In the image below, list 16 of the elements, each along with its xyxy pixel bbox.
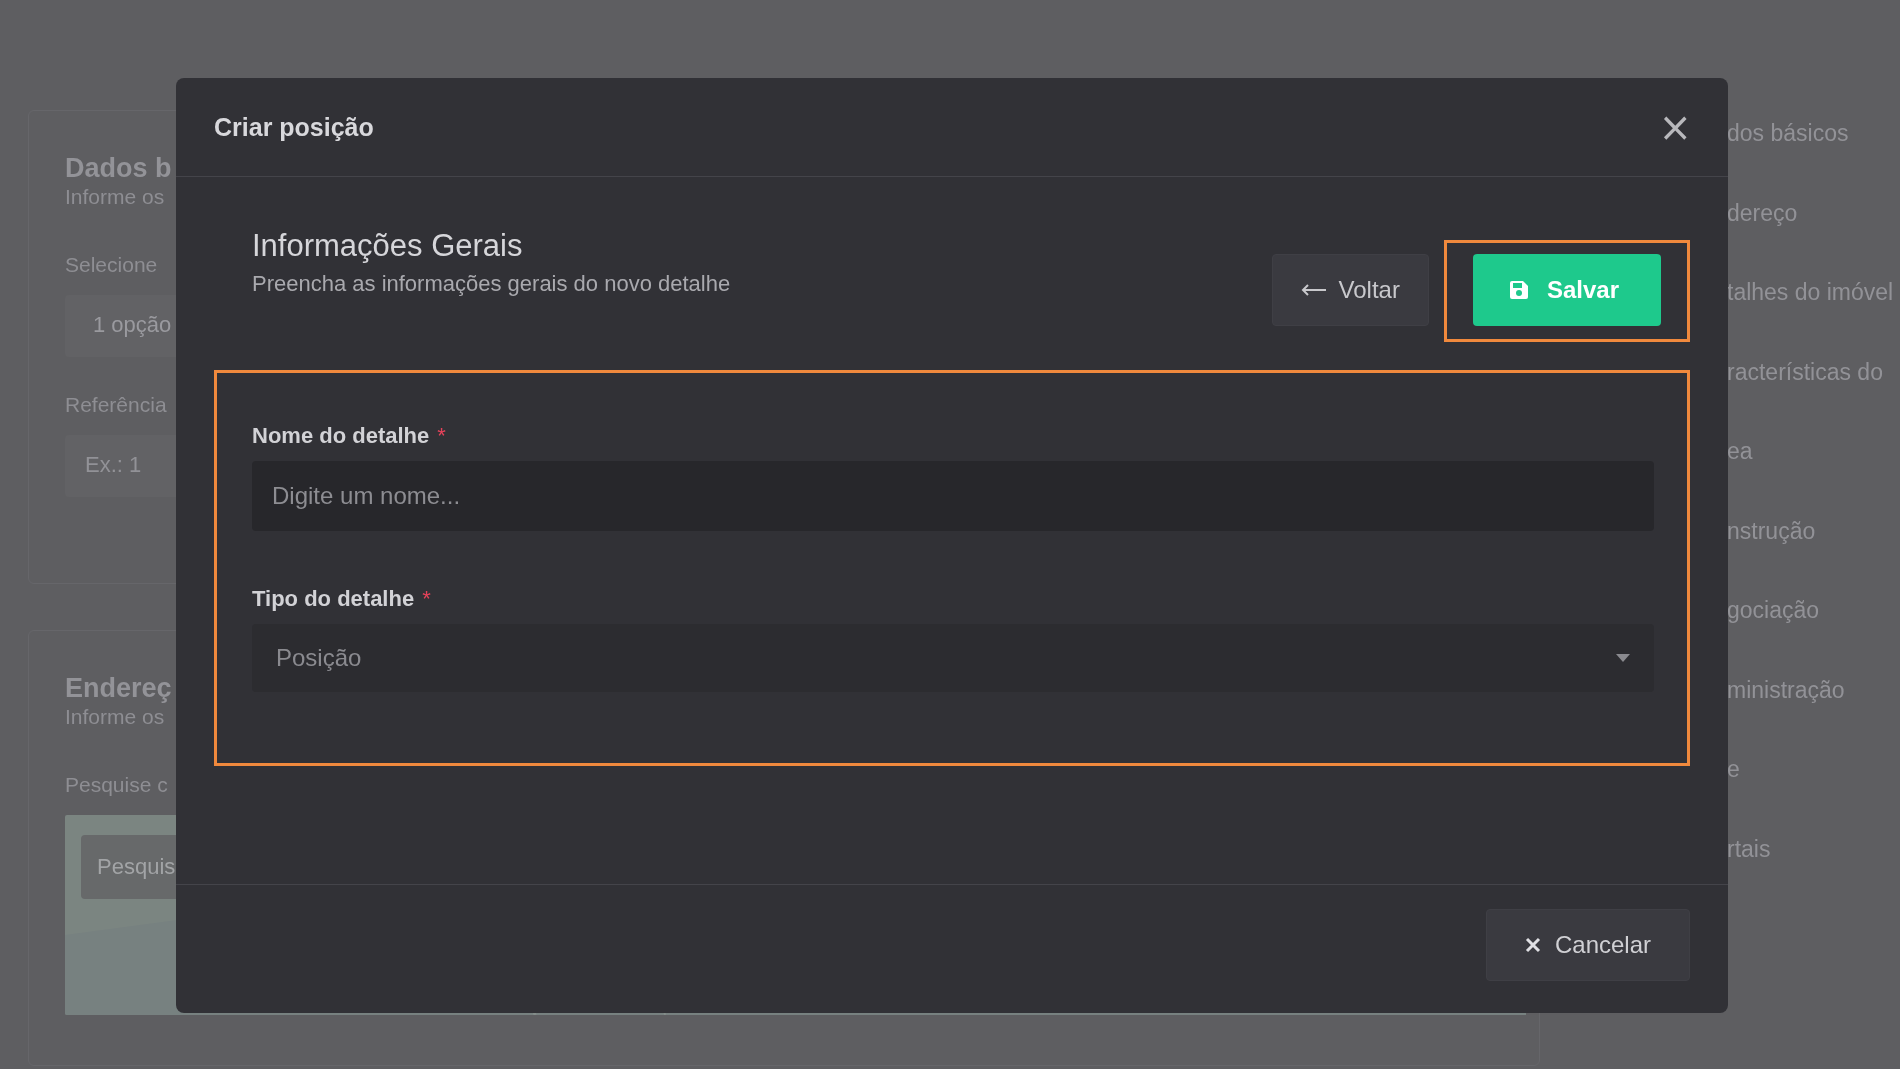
caret-down-icon [1616,654,1630,662]
back-button[interactable]: Voltar [1271,253,1429,326]
section-title: Informações Gerais [252,227,524,265]
cancel-button[interactable]: Cancelar [1485,909,1690,981]
field-label: Tipo do detalhe [252,586,415,612]
close-button[interactable]: × [1658,112,1692,142]
arrow-left-icon [1300,283,1327,296]
field-label: Nome do detalhe [252,423,430,449]
required-mark: * [422,586,431,612]
section-subtitle: Preencha as informações gerais do novo detalhe [252,271,731,297]
required-mark: * [437,423,446,449]
name-input[interactable]: Digite um nome... [252,461,1654,531]
type-select[interactable]: Posição [252,624,1654,692]
modal-title: Criar posição [214,112,374,142]
close-icon [1524,937,1541,953]
save-button[interactable]: Salvar [1472,253,1661,326]
